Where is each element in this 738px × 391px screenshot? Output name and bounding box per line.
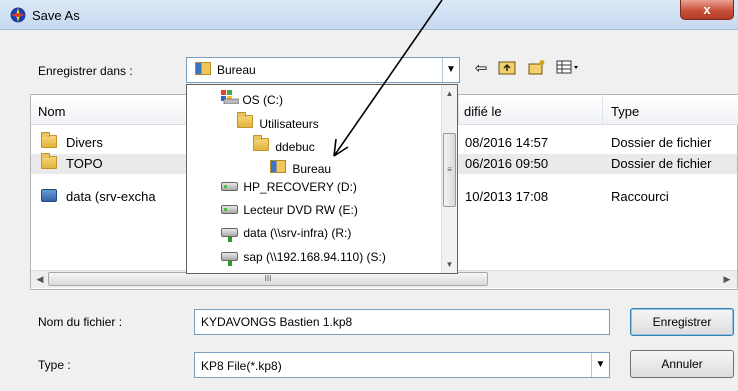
annotation-arrow bbox=[333, 0, 443, 157]
